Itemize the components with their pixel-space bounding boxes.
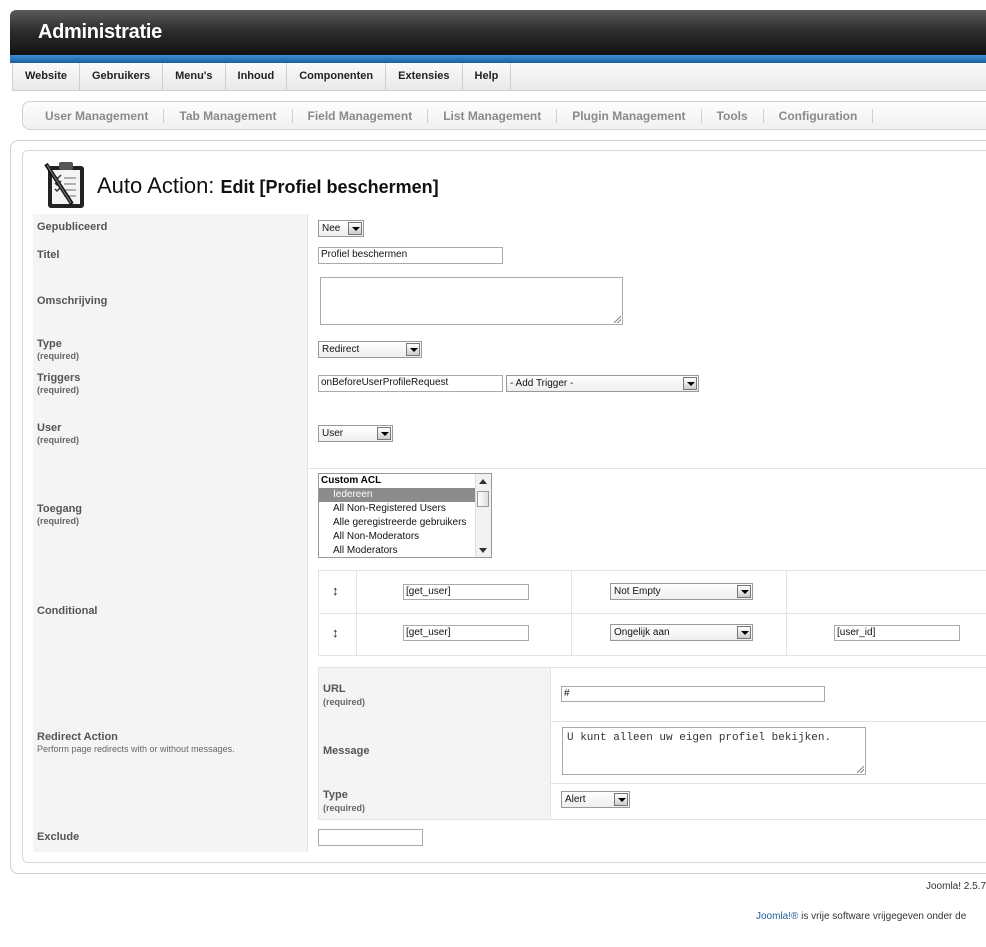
url-label: URL [323,683,346,695]
condition-field-input[interactable]: [get_user] [403,625,529,641]
row-title: Titel Profiel beschermen [33,242,986,271]
type-required: (required) [37,351,80,361]
menu-inhoud[interactable]: Inhoud [226,63,288,90]
condition-row: ↕ [get_user] Ongelijk aan [user_id] [318,612,986,656]
row-user: User (required) User [33,401,986,469]
condition-operator-select[interactable]: Ongelijk aan [610,624,753,641]
submenu-user-management[interactable]: User Management [23,109,165,123]
drag-handle-icon[interactable]: ↕ [332,583,339,598]
page-title-sub: Edit [Profiel beschermen] [220,177,439,197]
component-submenu: User Management Tab Management Field Man… [22,101,986,130]
chevron-down-icon [683,377,697,390]
redirect-type-label: Type [323,789,348,801]
triggers-required: (required) [37,385,80,395]
row-type: Type (required) Redirect [33,333,986,368]
triggers-label: Triggers [37,372,81,384]
exclude-label: Exclude [37,831,80,843]
header-stripe [10,55,986,63]
access-label: Toegang [37,503,83,515]
redirect-type-select[interactable]: Alert [561,791,630,808]
row-description: Omschrijving [33,270,986,334]
message-label: Message [323,745,370,757]
access-option[interactable]: All Non-Moderators [319,530,491,544]
description-label: Omschrijving [37,295,108,307]
chevron-down-icon [377,427,391,440]
condition-operator-select[interactable]: Not Empty [610,583,753,600]
access-option[interactable]: Iedereen [319,488,491,502]
joomla-link[interactable]: Joomla!® [756,911,798,922]
main-menu: Website Gebruikers Menu's Inhoud Compone… [12,63,986,91]
submenu-configuration[interactable]: Configuration [764,109,874,123]
page-title: Auto Action: Edit [Profiel beschermen] [97,173,439,199]
access-group-label: Custom ACL [321,475,382,486]
scroll-arrows-icon [479,479,487,553]
menu-componenten[interactable]: Componenten [287,63,387,90]
header-title: Administratie [38,21,162,43]
description-textarea[interactable] [320,277,623,325]
redirect-action-label: Redirect Action [37,731,118,743]
row-redirect-action: Redirect Action Perform page redirects w… [33,662,986,825]
triggers-input[interactable]: onBeforeUserProfileRequest [318,375,503,392]
menu-menus[interactable]: Menu's [163,63,226,90]
submenu-tab-management[interactable]: Tab Management [164,109,293,123]
access-option[interactable]: All Moderators [319,544,491,557]
condition-value-input[interactable]: [user_id] [834,625,960,641]
row-conditional: Conditional ↕ [get_user] Not Empty ↕ [ge… [33,564,986,663]
type-select[interactable]: Redirect [318,341,422,358]
url-required: (required) [323,697,366,707]
row-access: Toegang (required) Custom ACL Iedereen A… [33,468,986,565]
user-required: (required) [37,435,80,445]
scroll-thumb[interactable] [477,491,489,507]
access-required: (required) [37,516,80,526]
clipboard-icon [42,160,90,210]
submenu-tools[interactable]: Tools [702,109,764,123]
row-published: Gepubliceerd Nee [33,214,986,243]
conditional-label: Conditional [37,605,98,617]
license-text: is vrije software vrijgegeven onder de [798,911,967,922]
submenu-field-management[interactable]: Field Management [293,109,429,123]
drag-handle-icon[interactable]: ↕ [332,625,339,640]
user-label: User [37,422,62,434]
resize-grip-icon[interactable] [614,316,621,323]
redirect-action-description: Perform page redirects with or without m… [37,744,235,754]
menu-help[interactable]: Help [463,63,512,90]
title-label: Titel [37,249,60,261]
exclude-input[interactable] [318,829,423,846]
redirect-type-required: (required) [323,803,366,813]
access-scrollbar[interactable] [475,474,491,557]
access-option[interactable]: Alle geregistreerde gebruikers [319,516,491,530]
submenu-list-management[interactable]: List Management [428,109,558,123]
access-option[interactable]: All Non-Registered Users [319,502,491,516]
add-trigger-select[interactable]: - Add Trigger - [506,375,699,392]
footer-license: Joomla!® is vrije software vrijgegeven o… [756,911,966,922]
type-label: Type [37,338,62,350]
page-title-main: Auto Action: [97,173,215,198]
message-textarea[interactable]: U kunt alleen uw eigen profiel bekijken. [562,727,866,775]
published-label: Gepubliceerd [37,221,108,233]
row-exclude: Exclude [33,824,986,852]
chevron-down-icon [406,343,420,356]
published-select[interactable]: Nee [318,220,364,237]
chevron-down-icon [348,222,362,235]
title-input[interactable]: Profiel beschermen [318,247,503,264]
condition-row: ↕ [get_user] Not Empty [318,570,986,614]
resize-grip-icon[interactable] [857,766,864,773]
menu-extensies[interactable]: Extensies [386,63,463,90]
admin-header: Administratie [10,10,986,55]
footer-version: Joomla! 2.5.7 [926,881,986,892]
url-input[interactable]: # [561,686,825,702]
user-select[interactable]: User [318,425,393,442]
menu-gebruikers[interactable]: Gebruikers [80,63,164,90]
chevron-down-icon [737,626,751,639]
chevron-down-icon [737,585,751,598]
chevron-down-icon [614,793,628,806]
condition-field-input[interactable]: [get_user] [403,584,529,600]
access-listbox[interactable]: Custom ACL Iedereen All Non-Registered U… [318,473,492,558]
menu-website[interactable]: Website [13,63,80,90]
row-triggers: Triggers (required) onBeforeUserProfileR… [33,367,986,402]
submenu-plugin-management[interactable]: Plugin Management [557,109,702,123]
